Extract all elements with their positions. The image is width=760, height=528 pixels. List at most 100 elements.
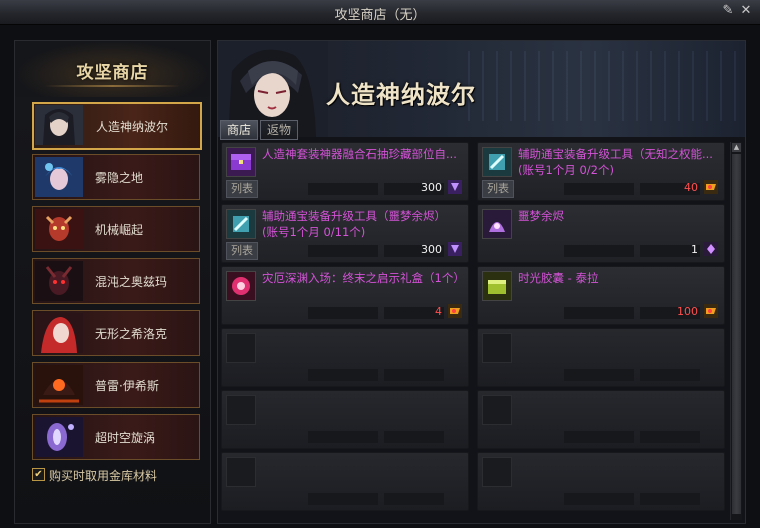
shop-item[interactable]: 时光胶囊 - 泰拉 100 — [477, 266, 725, 325]
item-price: 40 — [684, 181, 698, 194]
empty-icon-slot — [226, 333, 256, 363]
material-slot — [384, 431, 444, 443]
shop-item[interactable]: 人造神套装神器融合石抽珍藏部位自... 列表 300 — [221, 142, 469, 201]
item-limit: (账号1个月 0/2个) — [518, 163, 614, 177]
npc-label: 混沌之奥兹玛 — [95, 275, 168, 289]
item-price: 4 — [435, 305, 442, 318]
scrollbar-thumb[interactable] — [732, 154, 741, 514]
npc-label: 雾隐之地 — [95, 171, 144, 185]
tab-redeem[interactable]: 返物 — [260, 120, 298, 140]
upgrade-tool-icon — [226, 209, 256, 239]
item-name: 辅助通宝装备升级工具（无知之权能... — [518, 147, 713, 161]
item-name: 灾厄深渊入场：终末之启示礼盒（1个） — [262, 271, 462, 285]
npc-label: 超时空旋涡 — [95, 431, 156, 445]
material-slot — [564, 369, 634, 381]
empty-slot — [221, 452, 469, 511]
material-slot — [640, 369, 700, 381]
npc-item-fog-land[interactable]: 雾隐之地 — [32, 154, 200, 200]
empty-slot — [221, 328, 469, 387]
nightmare-ember-icon — [482, 209, 512, 239]
npc-item-ozma[interactable]: 混沌之奥兹玛 — [32, 258, 200, 304]
gold-ticket-icon — [448, 304, 462, 318]
npc-label: 普雷·伊希斯 — [95, 379, 159, 393]
item-name: 时光胶囊 - 泰拉 — [518, 271, 599, 285]
npc-item-time-vortex[interactable]: 超时空旋涡 — [32, 414, 200, 460]
npc-item-prey-isis[interactable]: 普雷·伊希斯 — [32, 362, 200, 408]
material-slot — [384, 493, 444, 505]
material-slot — [308, 183, 378, 195]
material-slot — [564, 245, 634, 257]
purple-token-icon — [448, 180, 462, 194]
npc-list-panel: 攻坚商店 人造神纳波尔 雾隐之地 机械崛起 混沌之奥兹玛 无形之希洛克 普雷·伊… — [14, 40, 211, 524]
item-name: 人造神套装神器融合石抽珍藏部位自... — [262, 147, 457, 161]
list-tag[interactable]: 列表 — [226, 180, 258, 198]
shop-window: 攻坚商店（无） ✎ ✕ 攻坚商店 人造神纳波尔 雾隐之地 机械崛起 混沌之奥兹玛… — [0, 0, 760, 528]
material-slot — [564, 431, 634, 443]
npc-label: 人造神纳波尔 — [96, 120, 169, 134]
empty-icon-slot — [482, 395, 512, 425]
checkbox-checked-icon[interactable]: ✔ — [32, 468, 45, 481]
empty-icon-slot — [226, 457, 256, 487]
banner-title: 人造神纳波尔 — [326, 81, 476, 109]
title-bar[interactable]: 攻坚商店（无） ✎ ✕ — [0, 0, 760, 25]
material-slot — [308, 369, 378, 381]
npc-label: 无形之希洛克 — [95, 327, 168, 341]
use-vault-materials-label: 购买时取用金库材料 — [49, 469, 158, 483]
npc-label: 机械崛起 — [95, 223, 144, 237]
panel-header: 攻坚商店 — [15, 41, 210, 97]
chest-icon — [226, 147, 256, 177]
gold-ticket-icon — [704, 180, 718, 194]
item-limit: (账号1个月 0/11个) — [262, 225, 366, 239]
shop-item[interactable]: 辅助通宝装备升级工具（无知之权能... (账号1个月 0/2个) 列表 40 — [477, 142, 725, 201]
scrollbar[interactable]: ▲ — [730, 142, 742, 520]
material-slot — [308, 431, 378, 443]
fog-land-portrait-icon — [35, 157, 83, 197]
npc-item-hilder[interactable]: 无形之希洛克 — [32, 310, 200, 356]
empty-slot — [477, 452, 725, 511]
gold-ticket-icon — [704, 304, 718, 318]
prey-isis-portrait-icon — [35, 365, 83, 405]
shop-item[interactable]: 辅助通宝装备升级工具（噩梦余烬） (账号1个月 0/11个) 列表 300 — [221, 204, 469, 263]
material-slot — [564, 493, 634, 505]
material-slot — [564, 307, 634, 319]
empty-icon-slot — [482, 333, 512, 363]
empty-icon-slot — [226, 395, 256, 425]
upgrade-tool-icon — [482, 147, 512, 177]
pin-icon[interactable]: ✎ — [720, 3, 736, 19]
shop-item[interactable]: 灾厄深渊入场：终末之启示礼盒（1个） 4 — [221, 266, 469, 325]
item-name: 辅助通宝装备升级工具（噩梦余烬） — [262, 209, 446, 223]
banner-background — [468, 51, 738, 121]
capsule-icon — [482, 271, 512, 301]
material-slot — [308, 493, 378, 505]
npc-item-machine-rise[interactable]: 机械崛起 — [32, 206, 200, 252]
empty-slot — [477, 328, 725, 387]
npc-item-napole[interactable]: 人造神纳波尔 — [32, 102, 202, 150]
napole-portrait-icon — [35, 105, 83, 145]
empty-slot — [477, 390, 725, 449]
item-price: 1 — [691, 243, 698, 256]
shop-item[interactable]: 噩梦余烬 1 — [477, 204, 725, 263]
purple-token-icon — [448, 242, 462, 256]
time-vortex-portrait-icon — [35, 417, 83, 457]
purple-crystal-icon — [704, 242, 718, 256]
list-tag[interactable]: 列表 — [226, 242, 258, 260]
material-slot — [640, 493, 700, 505]
item-price: 300 — [421, 243, 442, 256]
scroll-up-arrow-icon[interactable]: ▲ — [732, 143, 741, 152]
window-title: 攻坚商店（无） — [334, 8, 426, 23]
tab-shop[interactable]: 商店 — [220, 120, 258, 140]
item-price: 100 — [677, 305, 698, 318]
empty-icon-slot — [482, 457, 512, 487]
material-slot — [308, 245, 378, 257]
empty-slot — [221, 390, 469, 449]
material-slot — [640, 431, 700, 443]
close-icon[interactable]: ✕ — [738, 3, 754, 19]
item-grid: 人造神套装神器融合石抽珍藏部位自... 列表 300 辅助通宝装备升级工具（无知… — [221, 142, 726, 520]
panel-title: 攻坚商店 — [76, 63, 149, 83]
material-slot — [564, 183, 634, 195]
item-price: 300 — [421, 181, 442, 194]
divider — [45, 85, 180, 87]
list-tag[interactable]: 列表 — [482, 180, 514, 198]
material-slot — [384, 369, 444, 381]
orb-icon — [226, 271, 256, 301]
